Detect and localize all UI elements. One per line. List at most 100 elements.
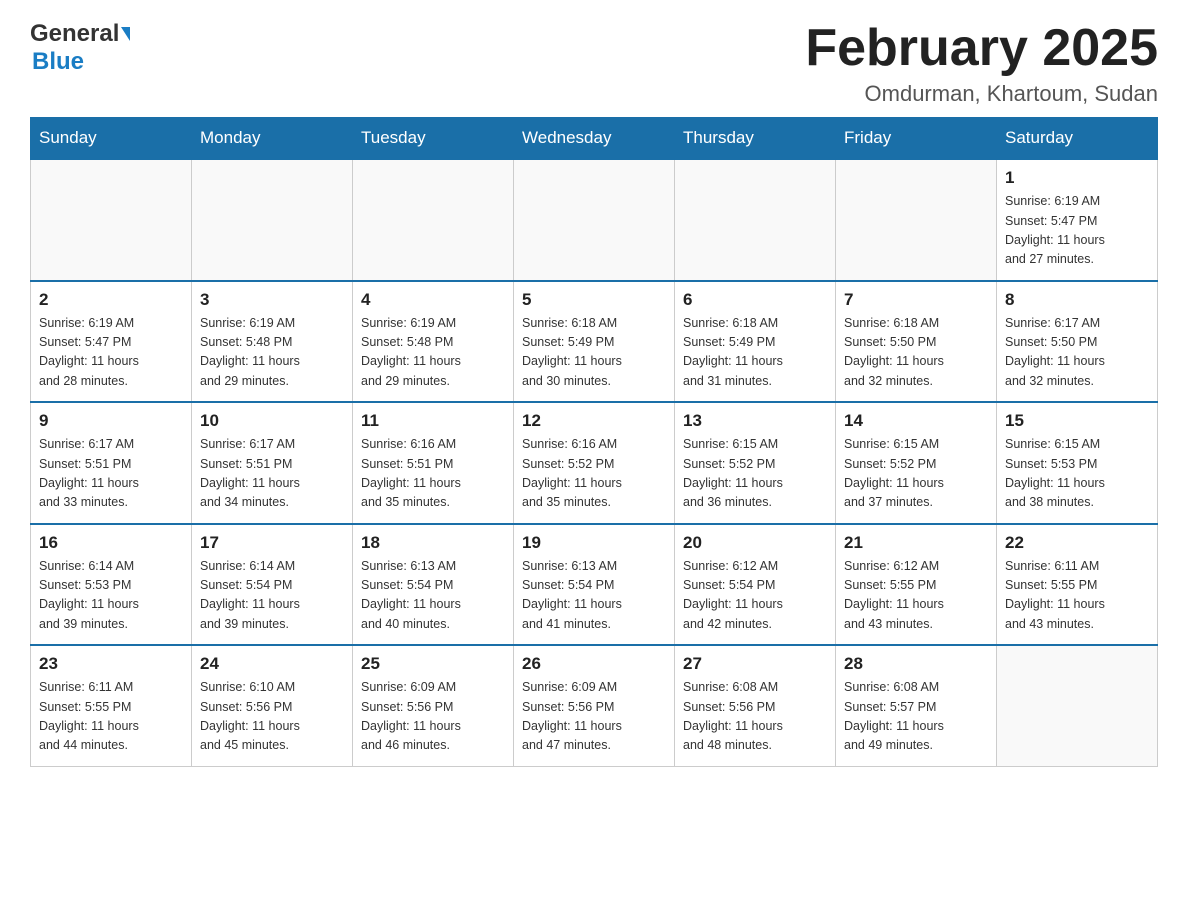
day-info: Sunrise: 6:13 AM Sunset: 5:54 PM Dayligh… (361, 557, 505, 635)
day-number: 11 (361, 411, 505, 431)
day-cell: 20 Sunrise: 6:12 AM Sunset: 5:54 PM Dayli… (675, 524, 836, 646)
day-info: Sunrise: 6:15 AM Sunset: 5:53 PM Dayligh… (1005, 435, 1149, 513)
day-number: 3 (200, 290, 344, 310)
day-number: 5 (522, 290, 666, 310)
day-number: 21 (844, 533, 988, 553)
day-info: Sunrise: 6:19 AM Sunset: 5:48 PM Dayligh… (361, 314, 505, 392)
day-number: 19 (522, 533, 666, 553)
day-cell (192, 159, 353, 281)
day-number: 4 (361, 290, 505, 310)
day-cell: 21 Sunrise: 6:12 AM Sunset: 5:55 PM Dayli… (836, 524, 997, 646)
calendar-subtitle: Omdurman, Khartoum, Sudan (805, 81, 1158, 107)
day-number: 8 (1005, 290, 1149, 310)
day-cell: 8Sunrise: 6:17 AM Sunset: 5:50 PM Daylig… (997, 281, 1158, 403)
day-number: 14 (844, 411, 988, 431)
day-cell (675, 159, 836, 281)
day-number: 7 (844, 290, 988, 310)
day-cell (514, 159, 675, 281)
day-number: 18 (361, 533, 505, 553)
calendar-header: SundayMondayTuesdayWednesdayThursdayFrid… (31, 118, 1158, 160)
day-cell: 14 Sunrise: 6:15 AM Sunset: 5:52 PM Dayli… (836, 402, 997, 524)
day-number: 17 (200, 533, 344, 553)
day-cell: 11 Sunrise: 6:16 AM Sunset: 5:51 PM Dayli… (353, 402, 514, 524)
day-info: Sunrise: 6:15 AM Sunset: 5:52 PM Dayligh… (844, 435, 988, 513)
day-info: Sunrise: 6:14 AM Sunset: 5:53 PM Dayligh… (39, 557, 183, 635)
day-info: Sunrise: 6:16 AM Sunset: 5:52 PM Dayligh… (522, 435, 666, 513)
day-number: 16 (39, 533, 183, 553)
weekday-header-monday: Monday (192, 118, 353, 160)
day-info: Sunrise: 6:09 AM Sunset: 5:56 PM Dayligh… (361, 678, 505, 756)
day-info: Sunrise: 6:12 AM Sunset: 5:54 PM Dayligh… (683, 557, 827, 635)
day-cell: 6 Sunrise: 6:18 AM Sunset: 5:49 PM Daylig… (675, 281, 836, 403)
logo-general-text: General (30, 20, 119, 48)
day-cell: 18 Sunrise: 6:13 AM Sunset: 5:54 PM Dayli… (353, 524, 514, 646)
weekday-header-wednesday: Wednesday (514, 118, 675, 160)
weekday-header-thursday: Thursday (675, 118, 836, 160)
day-info: Sunrise: 6:18 AM Sunset: 5:49 PM Dayligh… (522, 314, 666, 392)
day-info: Sunrise: 6:12 AM Sunset: 5:55 PM Dayligh… (844, 557, 988, 635)
day-cell: 2 Sunrise: 6:19 AM Sunset: 5:47 PM Daylig… (31, 281, 192, 403)
day-cell: 3 Sunrise: 6:19 AM Sunset: 5:48 PM Daylig… (192, 281, 353, 403)
day-number: 22 (1005, 533, 1149, 553)
day-number: 15 (1005, 411, 1149, 431)
day-info: Sunrise: 6:19 AM Sunset: 5:48 PM Dayligh… (200, 314, 344, 392)
day-info: Sunrise: 6:18 AM Sunset: 5:49 PM Dayligh… (683, 314, 827, 392)
calendar-table: SundayMondayTuesdayWednesdayThursdayFrid… (30, 117, 1158, 767)
day-info: Sunrise: 6:08 AM Sunset: 5:57 PM Dayligh… (844, 678, 988, 756)
day-cell: 7 Sunrise: 6:18 AM Sunset: 5:50 PM Daylig… (836, 281, 997, 403)
day-cell: 28 Sunrise: 6:08 AM Sunset: 5:57 PM Dayli… (836, 645, 997, 766)
day-cell: 19 Sunrise: 6:13 AM Sunset: 5:54 PM Dayli… (514, 524, 675, 646)
day-info: Sunrise: 6:19 AM Sunset: 5:47 PM Dayligh… (39, 314, 183, 392)
day-info: Sunrise: 6:17 AM Sunset: 5:51 PM Dayligh… (39, 435, 183, 513)
page-header: General Blue February 2025 Omdurman, Kha… (30, 20, 1158, 107)
day-number: 20 (683, 533, 827, 553)
calendar-title: February 2025 (805, 20, 1158, 77)
day-cell (31, 159, 192, 281)
day-cell: 13Sunrise: 6:15 AM Sunset: 5:52 PM Dayli… (675, 402, 836, 524)
day-cell: 9Sunrise: 6:17 AM Sunset: 5:51 PM Daylig… (31, 402, 192, 524)
day-number: 1 (1005, 168, 1149, 188)
day-cell: 17 Sunrise: 6:14 AM Sunset: 5:54 PM Dayli… (192, 524, 353, 646)
day-cell: 4 Sunrise: 6:19 AM Sunset: 5:48 PM Daylig… (353, 281, 514, 403)
day-cell: 27 Sunrise: 6:08 AM Sunset: 5:56 PM Dayli… (675, 645, 836, 766)
day-info: Sunrise: 6:11 AM Sunset: 5:55 PM Dayligh… (39, 678, 183, 756)
weekday-header-row: SundayMondayTuesdayWednesdayThursdayFrid… (31, 118, 1158, 160)
day-info: Sunrise: 6:11 AM Sunset: 5:55 PM Dayligh… (1005, 557, 1149, 635)
day-info: Sunrise: 6:13 AM Sunset: 5:54 PM Dayligh… (522, 557, 666, 635)
week-row-3: 9Sunrise: 6:17 AM Sunset: 5:51 PM Daylig… (31, 402, 1158, 524)
day-info: Sunrise: 6:19 AM Sunset: 5:47 PM Dayligh… (1005, 192, 1149, 270)
day-info: Sunrise: 6:09 AM Sunset: 5:56 PM Dayligh… (522, 678, 666, 756)
day-info: Sunrise: 6:16 AM Sunset: 5:51 PM Dayligh… (361, 435, 505, 513)
day-number: 6 (683, 290, 827, 310)
weekday-header-saturday: Saturday (997, 118, 1158, 160)
day-info: Sunrise: 6:14 AM Sunset: 5:54 PM Dayligh… (200, 557, 344, 635)
day-info: Sunrise: 6:10 AM Sunset: 5:56 PM Dayligh… (200, 678, 344, 756)
logo-blue-text: Blue (32, 48, 84, 75)
week-row-1: 1 Sunrise: 6:19 AM Sunset: 5:47 PM Daylig… (31, 159, 1158, 281)
logo-triangle-icon (121, 27, 130, 41)
day-info: Sunrise: 6:17 AM Sunset: 5:51 PM Dayligh… (200, 435, 344, 513)
day-number: 28 (844, 654, 988, 674)
day-number: 27 (683, 654, 827, 674)
weekday-header-sunday: Sunday (31, 118, 192, 160)
calendar-body: 1 Sunrise: 6:19 AM Sunset: 5:47 PM Daylig… (31, 159, 1158, 766)
weekday-header-tuesday: Tuesday (353, 118, 514, 160)
day-number: 10 (200, 411, 344, 431)
logo: General Blue (30, 20, 130, 76)
weekday-header-friday: Friday (836, 118, 997, 160)
day-cell (997, 645, 1158, 766)
day-number: 12 (522, 411, 666, 431)
day-cell: 25 Sunrise: 6:09 AM Sunset: 5:56 PM Dayli… (353, 645, 514, 766)
day-cell: 5 Sunrise: 6:18 AM Sunset: 5:49 PM Daylig… (514, 281, 675, 403)
day-cell: 22 Sunrise: 6:11 AM Sunset: 5:55 PM Dayli… (997, 524, 1158, 646)
day-cell: 23Sunrise: 6:11 AM Sunset: 5:55 PM Dayli… (31, 645, 192, 766)
day-number: 26 (522, 654, 666, 674)
week-row-4: 16 Sunrise: 6:14 AM Sunset: 5:53 PM Dayli… (31, 524, 1158, 646)
day-cell: 15 Sunrise: 6:15 AM Sunset: 5:53 PM Dayli… (997, 402, 1158, 524)
day-number: 2 (39, 290, 183, 310)
day-cell: 10 Sunrise: 6:17 AM Sunset: 5:51 PM Dayli… (192, 402, 353, 524)
day-info: Sunrise: 6:18 AM Sunset: 5:50 PM Dayligh… (844, 314, 988, 392)
day-cell (836, 159, 997, 281)
day-number: 25 (361, 654, 505, 674)
day-info: Sunrise: 6:08 AM Sunset: 5:56 PM Dayligh… (683, 678, 827, 756)
